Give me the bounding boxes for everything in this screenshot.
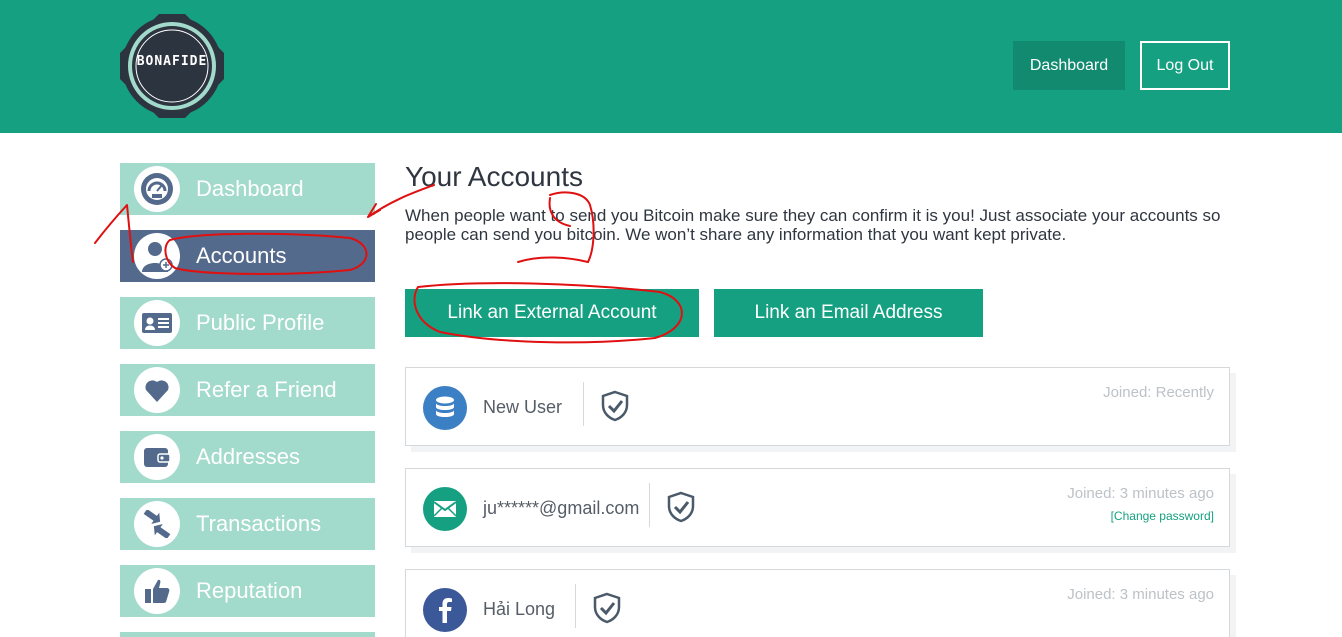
link-external-account-button[interactable]: Link an External Account xyxy=(405,289,699,337)
account-name: ju******@gmail.com xyxy=(483,498,640,518)
database-icon xyxy=(423,386,467,430)
id-card-icon xyxy=(134,300,180,346)
sidebar-item-label: Accounts xyxy=(196,243,287,268)
sidebar-item-addresses[interactable]: Addresses xyxy=(120,431,375,483)
user-add-icon xyxy=(134,233,180,279)
card-divider xyxy=(575,584,576,628)
account-card: New User Joined: Recently xyxy=(405,367,1230,446)
logo-text: BONAFIDE xyxy=(136,54,208,69)
wallet-icon xyxy=(134,434,180,480)
account-joined-date: Joined: 3 minutes ago xyxy=(1067,586,1214,603)
header-dashboard-button[interactable]: Dashboard xyxy=(1013,41,1125,90)
facebook-icon xyxy=(423,588,467,632)
card-divider xyxy=(583,382,584,426)
sidebar-item-public-profile[interactable]: Public Profile xyxy=(120,297,375,349)
account-joined-date: Joined: 3 minutes ago xyxy=(1067,485,1214,502)
transfer-arrows-icon xyxy=(134,501,180,547)
sidebar-item-next[interactable] xyxy=(120,632,375,637)
sidebar-item-reputation[interactable]: Reputation xyxy=(120,565,375,617)
speedometer-icon xyxy=(134,166,180,212)
top-header: BONAFIDE Dashboard Log Out xyxy=(0,0,1342,133)
sidebar-item-transactions[interactable]: Transactions xyxy=(120,498,375,550)
heart-icon xyxy=(134,367,180,413)
bonafide-logo[interactable]: BONAFIDE xyxy=(111,5,233,127)
shield-check-icon xyxy=(592,592,622,624)
card-divider xyxy=(649,483,650,527)
sidebar-item-label: Public Profile xyxy=(196,310,325,335)
account-name: New User xyxy=(483,397,563,417)
page-description: When people want to send you Bitcoin mak… xyxy=(405,206,1221,244)
account-card: ju******@gmail.com Joined: 3 minutes ago… xyxy=(405,468,1230,547)
envelope-icon xyxy=(423,487,467,531)
change-password-link[interactable]: [Change password] xyxy=(1111,509,1214,523)
sidebar-item-label: Addresses xyxy=(196,444,300,469)
sidebar-item-label: Refer a Friend xyxy=(196,377,337,402)
sidebar-item-label: Reputation xyxy=(196,578,303,603)
sidebar-item-dashboard[interactable]: Dashboard xyxy=(120,163,375,215)
logout-button[interactable]: Log Out xyxy=(1140,41,1230,90)
page-title: Your Accounts xyxy=(405,161,583,192)
shield-check-icon xyxy=(666,491,696,523)
sidebar-item-accounts[interactable]: Accounts xyxy=(120,230,375,282)
sidebar-item-label: Dashboard xyxy=(196,176,304,201)
shield-check-icon xyxy=(600,390,630,422)
link-email-address-button[interactable]: Link an Email Address xyxy=(714,289,983,337)
account-name: Hải Long xyxy=(483,599,556,619)
thumbs-up-icon xyxy=(134,568,180,614)
sidebar-item-refer-a-friend[interactable]: Refer a Friend xyxy=(120,364,375,416)
sidebar-item-label: Transactions xyxy=(196,511,322,536)
account-card: Hải Long Joined: 3 minutes ago xyxy=(405,569,1230,637)
account-joined-date: Joined: Recently xyxy=(1103,384,1214,401)
